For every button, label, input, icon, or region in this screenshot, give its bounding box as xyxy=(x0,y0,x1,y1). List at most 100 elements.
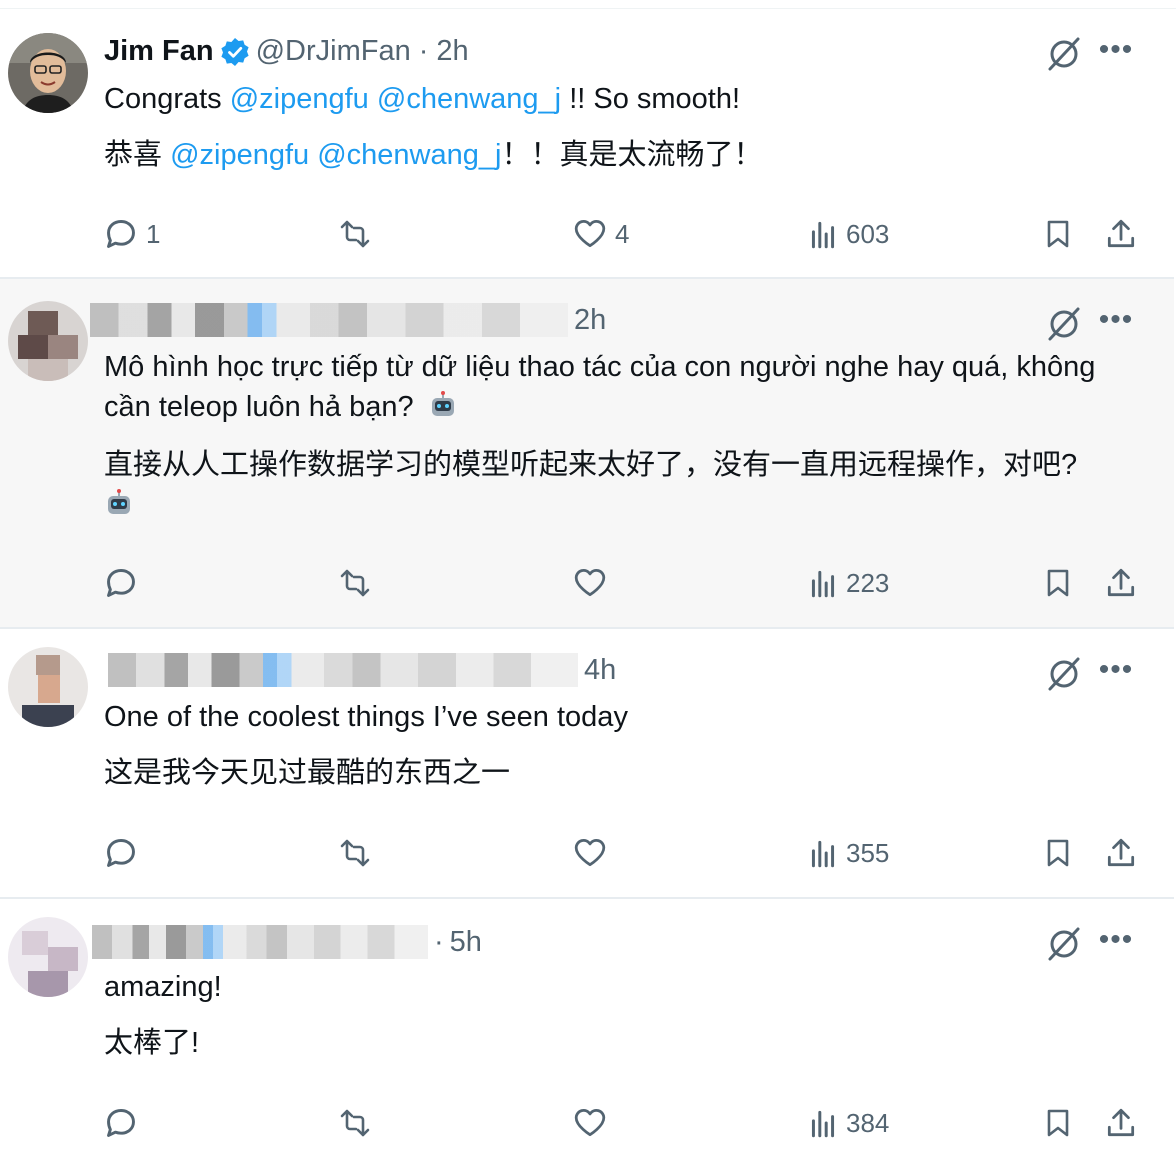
display-name[interactable]: Jim Fan xyxy=(104,35,214,68)
bookmark-button[interactable] xyxy=(1042,217,1074,251)
heart-icon xyxy=(574,1108,606,1137)
more-icon[interactable]: ••• xyxy=(1096,305,1136,347)
tweet-header: Jim Fan @DrJimFan · 2h xyxy=(104,35,469,68)
more-icon[interactable]: ••• xyxy=(1096,35,1136,77)
tweet-text-english: amazing! xyxy=(104,971,222,1003)
mention-link[interactable]: @zipengfu xyxy=(170,139,309,171)
tweet-header: 4h xyxy=(108,653,616,687)
separator-dot: · xyxy=(418,35,429,67)
retweet-button[interactable] xyxy=(336,566,374,600)
like-button[interactable] xyxy=(573,1106,607,1140)
blurred-author[interactable] xyxy=(90,303,568,337)
grok-icon[interactable] xyxy=(1044,654,1084,694)
views-icon xyxy=(811,221,835,249)
view-count: 603 xyxy=(846,218,890,249)
retweet-button[interactable] xyxy=(336,217,374,251)
robot-emoji-icon xyxy=(104,488,134,518)
retweet-button[interactable] xyxy=(336,1106,374,1140)
reply-button[interactable] xyxy=(104,836,138,870)
retweet-icon xyxy=(340,220,370,248)
timestamp[interactable]: 5h xyxy=(450,926,482,959)
heart-icon xyxy=(574,838,606,867)
top-divider xyxy=(0,0,1176,9)
view-count: 223 xyxy=(846,567,890,598)
blurred-author[interactable] xyxy=(108,653,578,687)
reply-tweet[interactable]: 4h ••• One of the coolest things I’ve se… xyxy=(0,629,1174,899)
retweet-button[interactable] xyxy=(336,836,374,870)
like-button[interactable]: 4 xyxy=(573,217,629,251)
reply-icon xyxy=(107,220,135,248)
timestamp[interactable]: 4h xyxy=(584,654,616,687)
grok-icon[interactable] xyxy=(1044,924,1084,964)
more-icon[interactable]: ••• xyxy=(1096,655,1136,697)
bookmark-button[interactable] xyxy=(1042,566,1074,600)
timestamp[interactable]: 2h xyxy=(574,304,606,337)
bookmark-button[interactable] xyxy=(1042,1106,1074,1140)
mention-link[interactable]: @zipengfu xyxy=(230,83,369,115)
share-button[interactable] xyxy=(1104,1106,1138,1140)
bookmark-icon xyxy=(1047,839,1069,867)
heart-icon xyxy=(574,568,606,597)
share-button[interactable] xyxy=(1104,836,1138,870)
reply-icon xyxy=(107,839,135,867)
avatar[interactable] xyxy=(8,301,88,381)
reply-button[interactable]: 1 xyxy=(104,217,160,251)
avatar[interactable] xyxy=(8,33,88,113)
views-button[interactable]: 384 xyxy=(808,1106,889,1140)
views-button[interactable]: 603 xyxy=(808,217,889,251)
views-button[interactable]: 223 xyxy=(808,566,889,600)
tweet-text-chinese: 直接从人工操作数据学习的模型听起来太好了，没有一直用远程操作，对吧? xyxy=(104,445,1144,525)
tweet-jim-fan[interactable]: Jim Fan @DrJimFan · 2h ••• Congrats @zip… xyxy=(0,9,1174,279)
grok-icon[interactable] xyxy=(1044,304,1084,344)
more-icon[interactable]: ••• xyxy=(1096,925,1136,967)
avatar[interactable] xyxy=(8,647,88,727)
reply-icon xyxy=(107,1109,135,1137)
share-icon xyxy=(1107,219,1135,248)
view-count: 355 xyxy=(846,837,890,868)
retweet-icon xyxy=(340,569,370,597)
share-icon xyxy=(1107,838,1135,867)
blurred-author[interactable] xyxy=(92,925,428,959)
bookmark-icon xyxy=(1047,1109,1069,1137)
reply-count: 1 xyxy=(146,218,161,249)
views-button[interactable]: 355 xyxy=(808,836,889,870)
tweet-header: 2h xyxy=(90,303,606,337)
handle[interactable]: @DrJimFan xyxy=(256,35,411,68)
tweet-text-chinese: 这是我今天见过最酷的东西之一 xyxy=(104,757,511,789)
views-icon xyxy=(811,570,835,598)
mention-link[interactable]: @chenwang_j xyxy=(317,139,501,171)
separator-dot: · xyxy=(434,925,444,958)
reply-icon xyxy=(107,569,135,597)
view-count: 384 xyxy=(846,1107,890,1138)
views-icon xyxy=(811,1110,835,1138)
views-icon xyxy=(811,840,835,868)
bookmark-icon xyxy=(1047,220,1069,248)
like-button[interactable] xyxy=(573,836,607,870)
reply-tweet[interactable]: · 5h ••• amazing! 太棒了! 384 xyxy=(0,899,1174,1160)
reply-tweet[interactable]: 2h ••• Mô hình học trực tiếp từ dữ liệu … xyxy=(0,279,1174,629)
like-count: 4 xyxy=(615,218,630,249)
reply-button[interactable] xyxy=(104,1106,138,1140)
grok-icon[interactable] xyxy=(1044,34,1084,74)
heart-icon xyxy=(574,219,606,248)
retweet-icon xyxy=(340,839,370,867)
timestamp[interactable]: 2h xyxy=(436,35,468,68)
tweet-text-chinese: 太棒了! xyxy=(104,1027,200,1059)
share-button[interactable] xyxy=(1104,217,1138,251)
bookmark-icon xyxy=(1047,569,1069,597)
share-button[interactable] xyxy=(1104,566,1138,600)
avatar[interactable] xyxy=(8,917,88,997)
tweet-text-english: Congrats @zipengfu @chenwang_j !! So smo… xyxy=(104,83,741,115)
bookmark-button[interactable] xyxy=(1042,836,1074,870)
tweet-header: · 5h xyxy=(92,925,482,959)
share-icon xyxy=(1107,1108,1135,1137)
verified-badge-icon xyxy=(220,37,250,67)
tweet-text-english: One of the coolest things I’ve seen toda… xyxy=(104,701,628,733)
retweet-icon xyxy=(340,1109,370,1137)
robot-emoji-icon xyxy=(428,390,458,420)
mention-link[interactable]: @chenwang_j xyxy=(377,83,561,115)
like-button[interactable] xyxy=(573,566,607,600)
tweet-text-chinese: 恭喜 @zipengfu @chenwang_j！！真是太流畅了！ xyxy=(104,139,763,171)
reply-button[interactable] xyxy=(104,566,138,600)
share-icon xyxy=(1107,568,1135,597)
